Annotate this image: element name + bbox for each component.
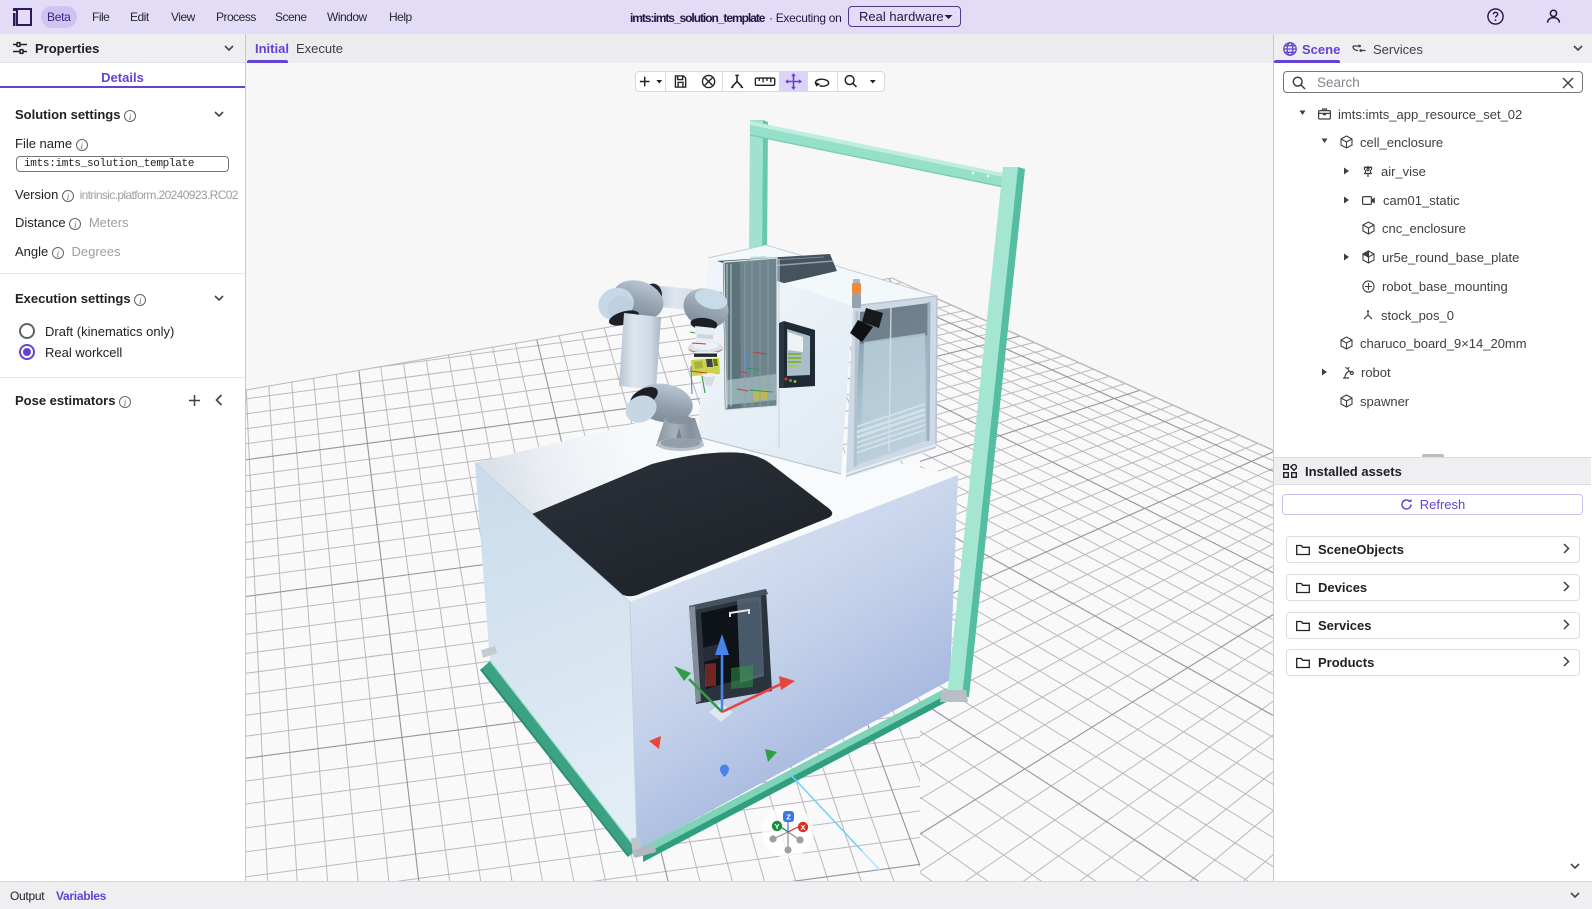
svg-text:Y: Y (774, 822, 779, 831)
svg-text:X: X (800, 823, 805, 832)
svg-text:Z: Z (786, 813, 791, 822)
